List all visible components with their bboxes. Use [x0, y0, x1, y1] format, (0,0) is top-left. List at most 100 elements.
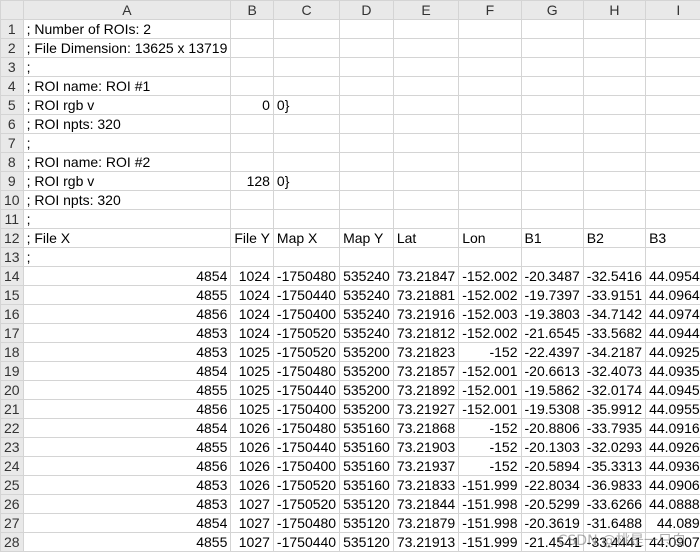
- cell[interactable]: File Y: [230, 228, 274, 248]
- cell[interactable]: [392, 190, 460, 210]
- cell[interactable]: -152.003: [458, 304, 522, 324]
- cell[interactable]: 535160: [339, 418, 394, 438]
- cell[interactable]: [645, 19, 700, 39]
- cell[interactable]: 4853: [22, 475, 232, 495]
- row-header[interactable]: 21: [0, 399, 24, 419]
- cell[interactable]: -20.5299: [520, 494, 584, 514]
- cell[interactable]: [582, 209, 647, 229]
- cell[interactable]: [645, 57, 700, 77]
- column-header[interactable]: D: [339, 0, 394, 20]
- row-header[interactable]: 20: [0, 380, 24, 400]
- cell[interactable]: B1: [520, 228, 584, 248]
- cell[interactable]: -152.001: [458, 380, 522, 400]
- cell[interactable]: -152.002: [458, 285, 522, 305]
- cell[interactable]: -19.5308: [520, 399, 584, 419]
- cell[interactable]: [645, 247, 700, 267]
- cell[interactable]: [520, 209, 584, 229]
- cell[interactable]: -19.7397: [520, 285, 584, 305]
- cell[interactable]: [645, 190, 700, 210]
- row-header[interactable]: 19: [0, 361, 24, 381]
- cell[interactable]: [272, 114, 341, 134]
- cell[interactable]: [230, 76, 274, 96]
- cell[interactable]: ; ROI npts: 320: [22, 190, 232, 210]
- cell[interactable]: -22.8034: [520, 475, 584, 495]
- cell[interactable]: 44.09544: [645, 266, 700, 286]
- cell[interactable]: [645, 114, 700, 134]
- cell[interactable]: [520, 57, 584, 77]
- cell[interactable]: -35.3313: [582, 456, 647, 476]
- cell[interactable]: ; Number of ROIs: 2: [22, 19, 232, 39]
- cell[interactable]: 44.09267: [645, 437, 700, 457]
- cell[interactable]: [458, 190, 522, 210]
- cell[interactable]: -20.3487: [520, 266, 584, 286]
- row-header[interactable]: 24: [0, 456, 24, 476]
- column-header[interactable]: E: [392, 0, 460, 20]
- row-header[interactable]: 14: [0, 266, 24, 286]
- cell[interactable]: [582, 76, 647, 96]
- cell[interactable]: [339, 209, 394, 229]
- cell[interactable]: [392, 57, 460, 77]
- cell[interactable]: -152.001: [458, 361, 522, 381]
- cell[interactable]: -32.4073: [582, 361, 647, 381]
- row-header[interactable]: 11: [0, 209, 24, 229]
- cell[interactable]: Lon: [458, 228, 522, 248]
- cell[interactable]: [582, 19, 647, 39]
- cell[interactable]: ;: [22, 247, 232, 267]
- cell[interactable]: 0}: [272, 95, 341, 115]
- cell[interactable]: -1750400: [272, 304, 341, 324]
- row-header[interactable]: 1: [0, 19, 24, 39]
- cell[interactable]: [230, 133, 274, 153]
- cell[interactable]: [339, 247, 394, 267]
- cell[interactable]: 4854: [22, 418, 232, 438]
- cell[interactable]: [458, 95, 522, 115]
- cell[interactable]: 73.21823: [392, 342, 460, 362]
- cell[interactable]: 4855: [22, 437, 232, 457]
- cell[interactable]: 4853: [22, 323, 232, 343]
- row-header[interactable]: 23: [0, 437, 24, 457]
- cell[interactable]: -32.5416: [582, 266, 647, 286]
- cell[interactable]: [230, 247, 274, 267]
- row-header[interactable]: 6: [0, 114, 24, 134]
- cell[interactable]: [339, 38, 394, 58]
- cell[interactable]: Map X: [272, 228, 341, 248]
- cell[interactable]: [339, 133, 394, 153]
- cell[interactable]: 535120: [339, 494, 394, 514]
- cell[interactable]: 1026: [230, 456, 274, 476]
- cell[interactable]: 44.09257: [645, 342, 700, 362]
- cell[interactable]: [520, 76, 584, 96]
- cell[interactable]: [392, 209, 460, 229]
- cell[interactable]: [520, 190, 584, 210]
- cell[interactable]: [582, 57, 647, 77]
- cell[interactable]: [230, 209, 274, 229]
- cell[interactable]: -152.002: [458, 323, 522, 343]
- cell[interactable]: [458, 38, 522, 58]
- cell[interactable]: 1026: [230, 437, 274, 457]
- cell[interactable]: 73.21868: [392, 418, 460, 438]
- cell[interactable]: 44.09069: [645, 475, 700, 495]
- cell[interactable]: 4854: [22, 266, 232, 286]
- cell[interactable]: -1750480: [272, 418, 341, 438]
- cell[interactable]: -1750520: [272, 342, 341, 362]
- cell[interactable]: -1750440: [272, 380, 341, 400]
- cell[interactable]: 1027: [230, 513, 274, 533]
- cell[interactable]: -1750480: [272, 513, 341, 533]
- cell[interactable]: [582, 247, 647, 267]
- cell[interactable]: [458, 76, 522, 96]
- cell[interactable]: [230, 152, 274, 172]
- cell[interactable]: 1025: [230, 361, 274, 381]
- cell[interactable]: 535240: [339, 285, 394, 305]
- cell[interactable]: 0}: [272, 171, 341, 191]
- cell[interactable]: B2: [582, 228, 647, 248]
- cell[interactable]: [392, 152, 460, 172]
- cell[interactable]: [645, 133, 700, 153]
- cell[interactable]: -35.9912: [582, 399, 647, 419]
- cell[interactable]: [458, 57, 522, 77]
- cell[interactable]: [458, 209, 522, 229]
- cell[interactable]: [582, 38, 647, 58]
- row-header[interactable]: 7: [0, 133, 24, 153]
- cell[interactable]: -1750520: [272, 475, 341, 495]
- cell[interactable]: -152.002: [458, 266, 522, 286]
- cell[interactable]: [520, 38, 584, 58]
- cell[interactable]: [392, 114, 460, 134]
- cell[interactable]: [458, 171, 522, 191]
